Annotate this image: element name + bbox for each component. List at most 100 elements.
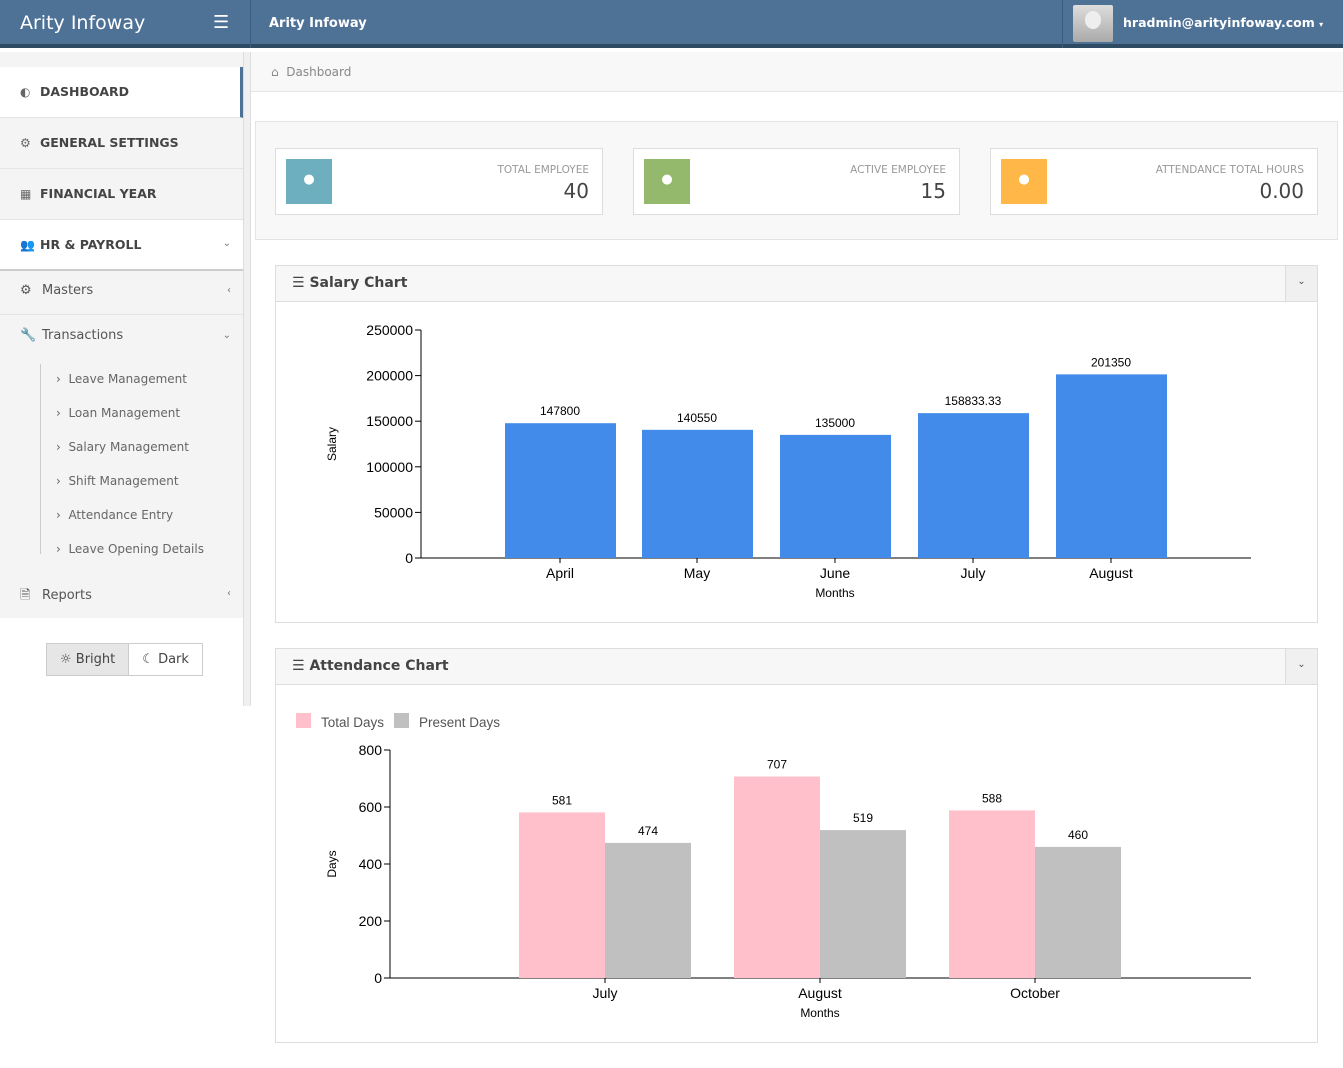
sidebar-item-transactions[interactable]: 🔧 Transactions ⌄ [0, 315, 243, 360]
user-icon: ● [1001, 159, 1047, 204]
breadcrumb-dashboard[interactable]: Dashboard [286, 65, 351, 79]
data-label: 519 [853, 811, 873, 825]
panel-header: ☰ Attendance Chart ⌄ [276, 649, 1317, 685]
brand-logo[interactable]: Arity Infoway [20, 12, 145, 34]
data-label: 201350 [1091, 355, 1131, 369]
bar-october-0 [949, 810, 1035, 978]
bar-june [780, 434, 891, 558]
bar-august-1 [820, 830, 906, 978]
collapse-button[interactable]: ⌄ [1285, 266, 1317, 301]
data-label: 460 [1068, 828, 1088, 842]
sidebar-scrollbar[interactable] [243, 52, 251, 706]
user-icon: ● [644, 159, 690, 204]
data-label: 135000 [815, 416, 855, 430]
data-label: 158833.33 [945, 394, 1002, 408]
theme-switcher: ☼ Bright ☾ Dark [46, 643, 203, 676]
label: DASHBOARD [40, 84, 130, 99]
data-label: 140550 [677, 411, 717, 425]
label: Masters [42, 283, 94, 298]
user-icon: ● [286, 159, 332, 204]
bar-july-0 [519, 812, 605, 978]
y-tick-label: 800 [359, 742, 383, 758]
panel-title: Salary Chart [309, 275, 408, 291]
sidebar-subitem-leave-opening-details[interactable]: › Leave Opening Details [56, 542, 204, 556]
sidebar-item-dashboard[interactable]: ◐ DASHBOARD [0, 67, 243, 118]
stat-value: 15 [920, 179, 946, 203]
sidebar-item-masters[interactable]: ⚙ Masters ‹ [0, 270, 243, 315]
dark-theme-button[interactable]: ☾ Dark [129, 644, 202, 675]
sidebar: ◐ DASHBOARD ⚙ GENERAL SETTINGS ▦ FINANCIAL … [0, 52, 243, 706]
dashboard-icon: ◐ [20, 85, 31, 99]
user-email[interactable]: hradmin@arityinfoway.com ▾ [1123, 15, 1323, 30]
sidebar-subitem-loan-management[interactable]: › Loan Management [56, 406, 180, 420]
label: Leave Opening Details [68, 542, 204, 556]
x-tick-label: July [961, 565, 986, 581]
stat-label: ACTIVE EMPLOYEE [850, 164, 946, 176]
chevron-down-icon: ⌄ [222, 238, 231, 249]
stat-active-employee: ● ACTIVE EMPLOYEE 15 [633, 148, 960, 215]
x-axis-label: Months [815, 586, 854, 600]
legend-label: Total Days [321, 715, 384, 730]
bars-icon: ☰ [292, 658, 305, 674]
y-tick-label: 100000 [366, 459, 413, 475]
user-menu[interactable]: hradmin@arityinfoway.com ▾ [1062, 0, 1343, 48]
sidebar-item-hr-payroll[interactable]: 👥 HR & PAYROLL ⌄ [0, 220, 243, 271]
legend-swatch [296, 713, 311, 728]
legend-label: Present Days [419, 715, 500, 730]
stat-label: ATTENDANCE TOTAL HOURS [1155, 164, 1304, 176]
y-tick-label: 600 [359, 799, 383, 815]
stat-value: 0.00 [1259, 179, 1304, 203]
home-icon: ⌂ [271, 65, 279, 79]
top-navbar: Arity Infoway ☰ Arity Infoway hradmin@ar… [0, 0, 1343, 48]
label: Loan Management [68, 406, 181, 420]
label: Shift Management [68, 474, 179, 488]
sidebar-subitem-leave-management[interactable]: › Leave Management [56, 372, 187, 386]
y-tick-label: 250000 [366, 322, 413, 338]
sidebar-item-reports[interactable]: 🗎 Reports ‹ [0, 573, 243, 618]
data-label: 707 [767, 758, 787, 772]
app-title: Arity Infoway [269, 16, 367, 31]
y-tick-label: 0 [405, 550, 413, 566]
y-tick-label: 200000 [366, 368, 413, 384]
chevron-down-icon: ⌄ [222, 330, 231, 341]
x-tick-label: August [1089, 565, 1133, 581]
stat-value: 40 [563, 179, 589, 203]
tree-line [40, 364, 41, 554]
salary-chart-panel: ☰ Salary Chart ⌄ 0 50000 100000 150000 200000… [275, 265, 1318, 623]
panel-header: ☰ Salary Chart ⌄ [276, 266, 1317, 302]
salary-chart: 0 50000 100000 150000 200000 250000 147800 Apri… [325, 322, 1251, 600]
bar-april [505, 423, 616, 558]
sun-icon: ☼ [60, 652, 72, 667]
bars-icon: ☰ [292, 275, 305, 291]
data-label: 147800 [540, 404, 580, 418]
menu-toggle-icon[interactable]: ☰ [213, 12, 229, 33]
y-axis-label: Salary [325, 427, 339, 461]
calendar-icon: ▦ [20, 187, 32, 201]
x-tick-label: August [798, 985, 842, 1001]
cogs-icon: ⚙ [20, 283, 32, 298]
label: Dark [158, 652, 189, 667]
sidebar-subitem-salary-management[interactable]: › Salary Management [56, 440, 189, 454]
user-email-text: hradmin@arityinfoway.com [1123, 15, 1315, 30]
bright-theme-button[interactable]: ☼ Bright [47, 644, 130, 675]
x-tick-label: June [820, 565, 851, 581]
panel-title: Attendance Chart [309, 658, 449, 674]
stat-total-employee: ● TOTAL EMPLOYEE 40 [275, 148, 603, 215]
label: Transactions [42, 328, 124, 343]
y-tick-label: 150000 [366, 413, 413, 429]
caret-down-icon: ▾ [1319, 20, 1324, 29]
stats-row: ● TOTAL EMPLOYEE 40 ● ACTIVE EMPLOYEE 15 ● AT… [255, 121, 1338, 240]
y-tick-label: 0 [374, 970, 382, 986]
breadcrumb: ⌂ Dashboard [251, 52, 1343, 92]
data-label: 581 [552, 793, 572, 807]
collapse-button[interactable]: ⌄ [1285, 649, 1317, 684]
sidebar-subitem-attendance-entry[interactable]: › Attendance Entry [56, 508, 173, 522]
label: FINANCIAL YEAR [40, 186, 157, 201]
sidebar-subitem-shift-management[interactable]: › Shift Management [56, 474, 179, 488]
data-label: 588 [982, 791, 1002, 805]
sidebar-item-financial-year[interactable]: ▦ FINANCIAL YEAR [0, 169, 243, 220]
sidebar-item-general-settings[interactable]: ⚙ GENERAL SETTINGS [0, 118, 243, 169]
label: Salary Management [68, 440, 189, 454]
file-icon: 🗎 [20, 588, 31, 603]
attendance-chart: 0 200 400 600 800 Total Days Present Days 581 47… [296, 713, 1251, 1020]
